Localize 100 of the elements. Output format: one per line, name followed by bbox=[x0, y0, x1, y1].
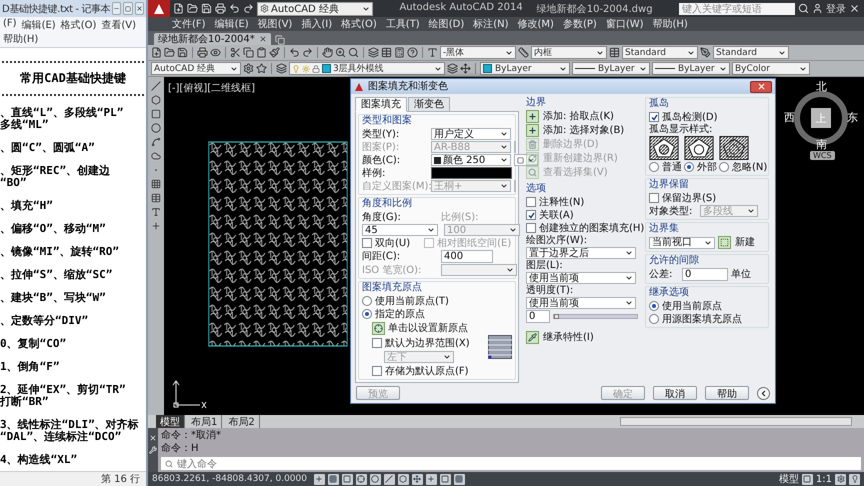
boundary-button[interactable]: 添加: 拾取点(K) bbox=[526, 110, 638, 123]
checkbox[interactable] bbox=[526, 223, 536, 233]
folder-icon[interactable] bbox=[164, 47, 175, 58]
zoom-window-icon[interactable] bbox=[348, 47, 359, 58]
grid-icon[interactable] bbox=[151, 179, 161, 189]
checkbox[interactable] bbox=[362, 238, 372, 248]
transparency-input[interactable]: 0 bbox=[526, 310, 550, 323]
radio-button[interactable] bbox=[649, 314, 659, 324]
table-icon[interactable] bbox=[151, 193, 161, 203]
background-color-dropdown[interactable] bbox=[514, 154, 538, 166]
close-icon[interactable] bbox=[258, 35, 267, 43]
table-style-icon[interactable] bbox=[609, 47, 620, 58]
menu-item[interactable]: 编辑(E) bbox=[214, 17, 249, 31]
menu-item[interactable]: 参数(P) bbox=[562, 17, 597, 31]
boundary-button[interactable]: 添加: 选择对象(B) bbox=[526, 124, 638, 137]
dropdown[interactable]: 用户定义 bbox=[431, 128, 511, 140]
brush-icon[interactable] bbox=[269, 47, 280, 58]
copy-icon[interactable] bbox=[243, 47, 254, 58]
horizontal-scrollbar[interactable] bbox=[620, 417, 852, 426]
viewport-label[interactable]: [-][俯视][二维线框] bbox=[168, 81, 256, 95]
undo-icon[interactable] bbox=[289, 47, 300, 58]
new-boundary-set-button[interactable]: 新建 bbox=[718, 236, 755, 249]
dimension-style-dropdown[interactable]: 内框 bbox=[531, 46, 607, 59]
property-dropdown[interactable]: ByLayer bbox=[480, 62, 570, 75]
model-label[interactable]: 模型 bbox=[778, 472, 799, 486]
dropdown[interactable]: 使用当前项 bbox=[526, 272, 636, 284]
status-toggle-button[interactable] bbox=[356, 474, 367, 484]
menu-item[interactable]: 视图(V) bbox=[258, 17, 292, 31]
star-icon[interactable] bbox=[256, 63, 267, 74]
status-toggle-button[interactable] bbox=[384, 474, 395, 484]
new-file-icon[interactable] bbox=[151, 47, 162, 58]
transparency-slider[interactable] bbox=[553, 314, 638, 319]
rectangle-icon[interactable] bbox=[151, 109, 161, 119]
menu-item[interactable]: 帮助(H) bbox=[3, 32, 38, 46]
user-icon[interactable] bbox=[812, 3, 823, 14]
document-tab[interactable]: 绿地新都会10-2004* bbox=[154, 33, 271, 45]
dialog-button[interactable]: 帮助 bbox=[705, 386, 749, 400]
checkbox[interactable] bbox=[372, 366, 382, 376]
status-toggle-button[interactable] bbox=[412, 474, 423, 484]
menu-item[interactable]: 修改(M) bbox=[518, 17, 554, 31]
workspace-dropdown[interactable]: AutoCAD 经典 bbox=[151, 62, 241, 75]
save-icon[interactable] bbox=[177, 47, 188, 58]
redo-icon[interactable] bbox=[243, 3, 254, 14]
menu-item[interactable]: 编辑(E) bbox=[22, 18, 56, 32]
layers-icon[interactable] bbox=[368, 47, 379, 58]
circle-icon[interactable] bbox=[151, 123, 161, 133]
layers-icon[interactable] bbox=[276, 63, 287, 74]
radio-button[interactable] bbox=[684, 162, 694, 172]
menu-item[interactable]: 文件(F) bbox=[172, 17, 206, 31]
boundary-set-dropdown[interactable]: 当前视口 bbox=[649, 236, 715, 248]
wcs-menu[interactable]: WCS bbox=[810, 151, 835, 160]
menu-item[interactable]: 格式(O) bbox=[341, 17, 377, 31]
collapse-button[interactable] bbox=[757, 386, 770, 400]
menu-item[interactable]: 查看(V) bbox=[101, 18, 136, 32]
menu-item[interactable]: 插入(I) bbox=[301, 17, 332, 31]
login-link[interactable]: 登录 bbox=[826, 2, 846, 16]
wrench-icon[interactable] bbox=[149, 446, 157, 454]
table-icon[interactable] bbox=[381, 47, 392, 58]
redo-icon[interactable] bbox=[302, 47, 313, 58]
help-icon[interactable] bbox=[407, 47, 418, 58]
dialog-button[interactable]: 取消 bbox=[653, 386, 697, 400]
text-icon[interactable] bbox=[151, 207, 161, 217]
radio-button[interactable] bbox=[362, 309, 372, 319]
menu-item[interactable]: 窗口(W) bbox=[606, 17, 644, 31]
zoom-icon[interactable] bbox=[335, 47, 346, 58]
checkbox[interactable] bbox=[372, 338, 382, 348]
table-style-dropdown[interactable]: Standard bbox=[622, 46, 698, 59]
tab[interactable]: 渐变色 bbox=[408, 97, 450, 112]
layer-dropdown[interactable]: 3层具外模线 bbox=[289, 62, 445, 75]
layout-tab[interactable]: 模型 bbox=[156, 414, 185, 428]
radio-button[interactable] bbox=[362, 296, 372, 306]
checkbox[interactable] bbox=[526, 197, 536, 207]
menu-item[interactable]: 绘图(D) bbox=[428, 17, 464, 31]
cloud-icon[interactable] bbox=[151, 151, 161, 161]
menu-item[interactable]: 标注(N) bbox=[473, 17, 509, 31]
radio-button[interactable] bbox=[719, 162, 729, 172]
property-dropdown[interactable]: ByColor bbox=[732, 62, 810, 75]
status-toggle-button[interactable] bbox=[398, 474, 409, 484]
paste-icon[interactable] bbox=[256, 47, 267, 58]
tab[interactable]: 图案填充 bbox=[355, 97, 407, 112]
annotation-scale[interactable]: 1:1 bbox=[816, 474, 832, 484]
close-button[interactable] bbox=[134, 2, 144, 15]
move-icon[interactable] bbox=[460, 63, 471, 74]
print-icon[interactable] bbox=[215, 3, 226, 14]
radio-button[interactable] bbox=[649, 301, 659, 311]
close-icon[interactable] bbox=[849, 3, 860, 14]
tolerance-input[interactable]: 0 bbox=[682, 268, 728, 281]
radio-button[interactable] bbox=[649, 162, 659, 172]
layers-icon[interactable] bbox=[447, 63, 458, 74]
text-style-icon[interactable] bbox=[427, 47, 438, 58]
menu-item[interactable]: (F) bbox=[3, 18, 17, 32]
polygon-icon[interactable] bbox=[151, 95, 161, 105]
menu-item[interactable]: 工具(T) bbox=[386, 17, 420, 31]
undo-icon[interactable] bbox=[229, 3, 240, 14]
status-toggle-button[interactable] bbox=[342, 474, 353, 484]
cut-icon[interactable] bbox=[230, 47, 241, 58]
pattern-swatch[interactable] bbox=[431, 167, 512, 179]
pan-icon[interactable] bbox=[322, 47, 333, 58]
status-toggle-button[interactable] bbox=[454, 474, 465, 484]
status-toggle-button[interactable] bbox=[802, 474, 813, 484]
